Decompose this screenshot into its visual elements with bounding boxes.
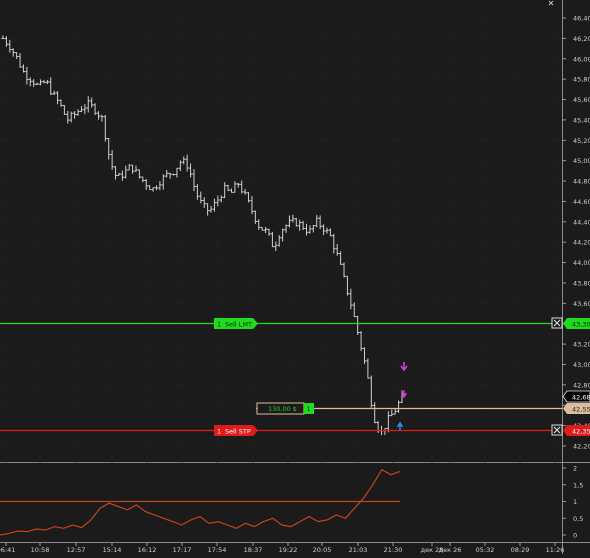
price-tick-label: 44,60	[573, 198, 590, 206]
price-tick-label: 45,60	[573, 96, 590, 104]
time-tick-label: 08:29	[511, 546, 530, 554]
time-axis[interactable]: 06:41 10:58 12:57 15:14 16:12 17:17 17:54 18:37…	[0, 542, 564, 554]
sell-stp-label: Sell STP	[225, 428, 251, 436]
price-tick-label: 44,00	[573, 259, 590, 267]
price-tick-label: 45,40	[573, 116, 590, 124]
oscillator-tick-label: 0,5	[573, 515, 583, 523]
position-pnl: 130,00 $	[268, 405, 297, 413]
time-tick-label: 10:58	[31, 546, 50, 554]
time-tick-label: 16:12	[138, 546, 157, 554]
time-tick-label: 06:41	[0, 546, 15, 554]
price-chart[interactable]: 46,40 46,20 46,00 45,80 45,60 45,40 45,20 45,00…	[0, 0, 590, 554]
price-tick-label: 43,00	[573, 361, 590, 369]
trading-chart-window: 46,40 46,20 46,00 45,80 45,60 45,40 45,20 45,00…	[0, 0, 590, 554]
last-price: 42,68	[572, 394, 590, 402]
oscillator-axis[interactable]: 2 1,5 1 0,5 0	[562, 465, 583, 540]
price-tick-label: 45,20	[573, 137, 590, 145]
oscillator-tick-label: 2	[573, 465, 577, 473]
price-panel[interactable]	[0, 0, 562, 462]
price-tick-label: 43,20	[573, 341, 590, 349]
time-tick-label: 21:30	[384, 546, 403, 554]
time-tick-label: 11:26	[546, 546, 565, 554]
price-tick-label: 43,80	[573, 279, 590, 287]
sell-lmt-qty: 1	[217, 321, 221, 329]
price-tick-label: 46,00	[573, 55, 590, 63]
price-tick-label: 45,80	[573, 76, 590, 84]
time-tick-label: 18:37	[244, 546, 263, 554]
price-tick-label: 44,40	[573, 218, 590, 226]
time-tick-label: 17:54	[208, 546, 227, 554]
sell-lmt-label: Sell LMT	[225, 321, 252, 329]
time-tick-label: 21:03	[349, 546, 368, 554]
price-tick-label: 42,20	[573, 443, 590, 451]
oscillator-tick-label: 1,5	[573, 481, 583, 489]
time-tick-label: 12:57	[67, 546, 86, 554]
oscillator-tick-label: 0	[573, 532, 577, 540]
sell-lmt-price: 43,30	[572, 321, 590, 329]
price-tick-label: 43,60	[573, 300, 590, 308]
time-tick-label: 17:17	[173, 546, 192, 554]
time-tick-label: дек 26	[439, 546, 462, 554]
sell-stp-qty: 1	[217, 428, 221, 436]
oscillator-tick-label: 1	[573, 498, 577, 506]
price-axis[interactable]: 46,40 46,20 46,00 45,80 45,60 45,40 45,20 45,00…	[562, 15, 590, 451]
time-tick-label: 20:05	[313, 546, 332, 554]
position-price: 42,55	[572, 406, 590, 414]
time-tick-label: 15:14	[103, 546, 122, 554]
sell-stp-price: 42,35	[572, 428, 590, 436]
time-tick-label: 19:22	[279, 546, 298, 554]
oscillator-panel[interactable]	[0, 463, 562, 543]
price-tick-label: 45,00	[573, 157, 590, 165]
time-tick-label: 05:32	[476, 546, 495, 554]
price-tick-label: 44,80	[573, 178, 590, 186]
position-qty: 1	[307, 405, 311, 413]
last-price-tag: 42,68	[562, 390, 590, 403]
price-tick-label: 42,80	[573, 381, 590, 389]
price-tick-label: 46,20	[573, 35, 590, 43]
price-tick-label: 44,20	[573, 239, 590, 247]
price-tick-label: 46,40	[573, 15, 590, 23]
